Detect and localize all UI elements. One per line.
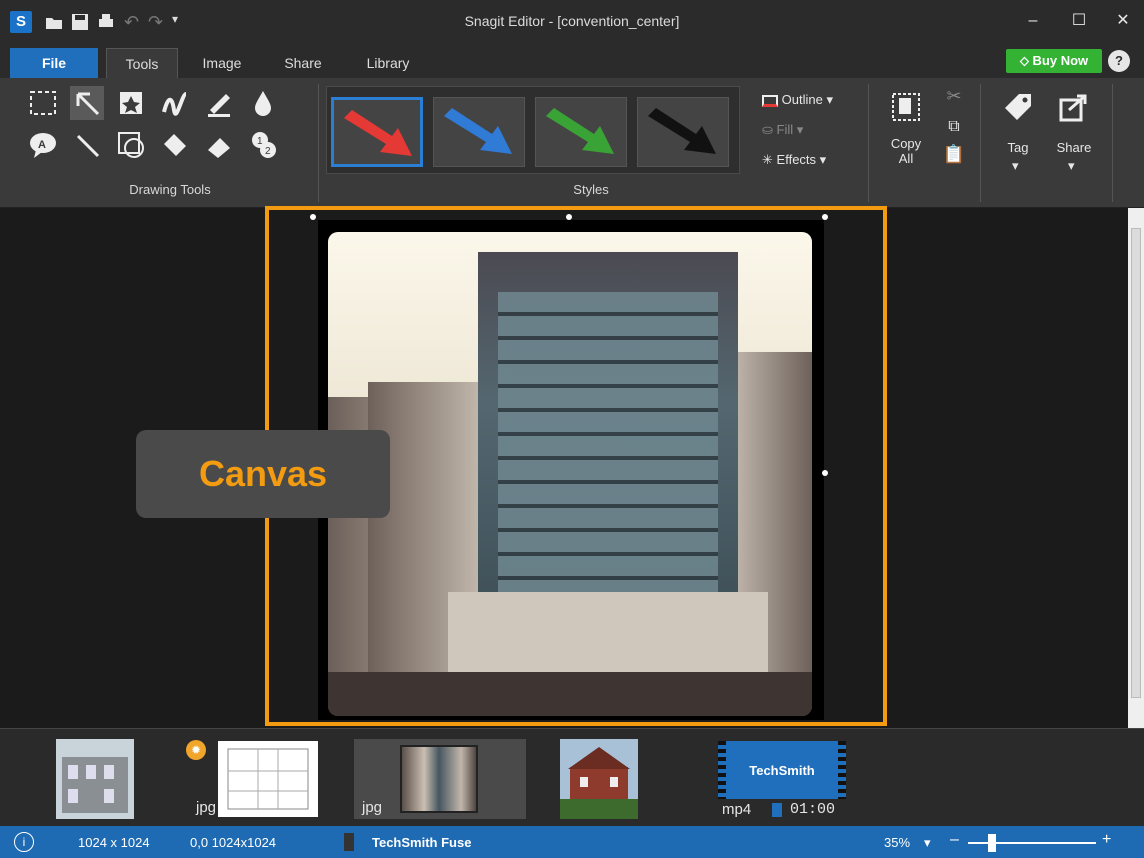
ribbon-divider bbox=[318, 84, 319, 202]
tag-icon[interactable] bbox=[996, 90, 1040, 132]
window-title: Snagit Editor - [convention_center] bbox=[464, 13, 680, 29]
close-icon[interactable]: ✕ bbox=[1108, 10, 1138, 32]
tray-item-selected[interactable]: jpg bbox=[354, 739, 526, 819]
scrollbar-thumb[interactable] bbox=[1131, 228, 1141, 698]
tab-file[interactable]: File bbox=[10, 48, 98, 78]
video-duration: 01:00 bbox=[790, 801, 836, 818]
styles-gallery bbox=[326, 86, 740, 174]
copy-all-icon[interactable] bbox=[884, 90, 928, 132]
tag-icon: ⬦ bbox=[1019, 53, 1033, 68]
cursor-position: 0,0 1024x1024 bbox=[190, 835, 277, 850]
eraser-tool-icon[interactable] bbox=[202, 128, 236, 162]
techsmith-brand: TechSmith bbox=[749, 763, 815, 778]
tab-share[interactable]: Share bbox=[270, 48, 336, 78]
tray-thumbnail bbox=[218, 741, 318, 817]
minimize-icon[interactable]: – bbox=[1018, 10, 1048, 32]
ribbon-divider bbox=[1112, 84, 1113, 202]
ribbon-divider bbox=[868, 84, 869, 202]
styles-label: Styles bbox=[573, 182, 609, 197]
video-marker bbox=[772, 803, 782, 817]
tag-button-label[interactable]: Tag bbox=[996, 140, 1040, 155]
ribbon-divider bbox=[980, 84, 981, 202]
tag-dropdown-icon[interactable]: ▾ bbox=[1012, 158, 1019, 174]
ribbon: A 12 Drawing Tools Styles Outline ▾ ⛀ Fi… bbox=[0, 78, 1144, 208]
file-type-badge: jpg bbox=[196, 799, 217, 816]
shape-tool-icon[interactable] bbox=[114, 128, 148, 162]
help-icon[interactable]: ? bbox=[1108, 50, 1130, 72]
video-thumbnail: TechSmith bbox=[718, 741, 846, 799]
film-strip-left bbox=[718, 741, 726, 799]
share-dropdown-icon[interactable]: ▾ bbox=[1068, 158, 1075, 174]
canvas-callout: Canvas bbox=[136, 430, 390, 518]
callout-tool-icon[interactable]: A bbox=[26, 128, 60, 162]
svg-text:A: A bbox=[38, 139, 46, 151]
zoom-level[interactable]: 35% bbox=[884, 835, 910, 850]
fill-drop-tool-icon[interactable] bbox=[246, 86, 280, 120]
new-item-star-icon: ✹ bbox=[186, 740, 206, 760]
tray: jpg jpg TechSmith mp4 01:00 bbox=[0, 728, 1144, 826]
svg-text:1: 1 bbox=[257, 136, 263, 147]
file-type-badge: jpg bbox=[362, 799, 383, 816]
outline-icon bbox=[762, 94, 778, 107]
effects-label: Effects bbox=[776, 152, 817, 167]
zoom-slider-thumb[interactable] bbox=[988, 834, 996, 852]
step-tool-icon[interactable]: 12 bbox=[246, 128, 280, 162]
style-red-arrow[interactable] bbox=[331, 97, 423, 167]
copy-all-label[interactable]: Copy All bbox=[884, 136, 928, 166]
info-icon[interactable]: i bbox=[14, 832, 34, 852]
maximize-icon[interactable]: ☐ bbox=[1064, 10, 1094, 32]
share-icon[interactable] bbox=[1052, 90, 1096, 132]
tab-tools[interactable]: Tools bbox=[106, 48, 178, 78]
techsmith-fuse-link[interactable]: TechSmith Fuse bbox=[372, 835, 471, 850]
paste-icon[interactable]: 📋 bbox=[940, 144, 968, 165]
selection-tool-icon[interactable] bbox=[26, 86, 60, 120]
buy-now-button[interactable]: ⬦ Buy Now bbox=[1006, 49, 1102, 73]
tab-library[interactable]: Library bbox=[350, 48, 426, 78]
style-black-arrow[interactable] bbox=[637, 97, 729, 167]
ribbon-tabs: File Tools Image Share Library bbox=[0, 44, 1144, 78]
tray-item[interactable] bbox=[560, 739, 638, 819]
effects-icon: ✳ bbox=[762, 152, 773, 167]
zoom-in-icon[interactable]: + bbox=[1102, 831, 1111, 849]
cut-icon[interactable]: ✂ bbox=[940, 86, 968, 107]
drawing-tools-label: Drawing Tools bbox=[129, 182, 211, 197]
arrow-tool-icon[interactable] bbox=[70, 86, 104, 120]
file-type-badge: mp4 bbox=[722, 801, 752, 818]
pen-tool-icon[interactable] bbox=[158, 86, 192, 120]
stamp-tool-icon[interactable] bbox=[114, 86, 148, 120]
status-bar: i 1024 x 1024 0,0 1024x1024 TechSmith Fu… bbox=[0, 826, 1144, 858]
vertical-scrollbar[interactable] bbox=[1128, 208, 1144, 728]
effects-button[interactable]: ✳ Effects ▾ bbox=[762, 152, 826, 168]
svg-text:2: 2 bbox=[265, 146, 271, 157]
line-tool-icon[interactable] bbox=[70, 128, 104, 162]
copy-icon[interactable]: ⧉ bbox=[940, 118, 968, 136]
tray-thumbnail bbox=[400, 745, 478, 813]
zoom-dropdown-icon[interactable]: ▾ bbox=[924, 835, 931, 851]
fill-bucket-tool-icon[interactable] bbox=[158, 128, 192, 162]
style-green-arrow[interactable] bbox=[535, 97, 627, 167]
outline-label: Outline bbox=[781, 92, 823, 107]
highlighter-tool-icon[interactable] bbox=[202, 86, 236, 120]
outline-button[interactable]: Outline ▾ bbox=[762, 92, 833, 108]
tray-item[interactable]: jpg bbox=[194, 739, 320, 819]
tab-image[interactable]: Image bbox=[188, 48, 256, 78]
fill-label: Fill bbox=[776, 122, 794, 137]
tray-item[interactable] bbox=[56, 739, 134, 819]
tray-item[interactable]: TechSmith mp4 01:00 bbox=[718, 739, 848, 819]
style-blue-arrow[interactable] bbox=[433, 97, 525, 167]
zoom-out-icon[interactable]: – bbox=[950, 831, 959, 849]
share-button-label[interactable]: Share bbox=[1052, 140, 1096, 155]
film-strip-right bbox=[838, 741, 846, 799]
title-bar: S ↶ ↷ ▾ Snagit Editor - [convention_cent… bbox=[0, 0, 1144, 44]
buy-now-label: Buy Now bbox=[1032, 53, 1089, 68]
fill-button[interactable]: ⛀ Fill ▾ bbox=[762, 122, 803, 138]
fuse-icon bbox=[344, 833, 354, 851]
fill-icon: ⛀ bbox=[762, 122, 773, 137]
image-dimensions: 1024 x 1024 bbox=[78, 835, 150, 850]
